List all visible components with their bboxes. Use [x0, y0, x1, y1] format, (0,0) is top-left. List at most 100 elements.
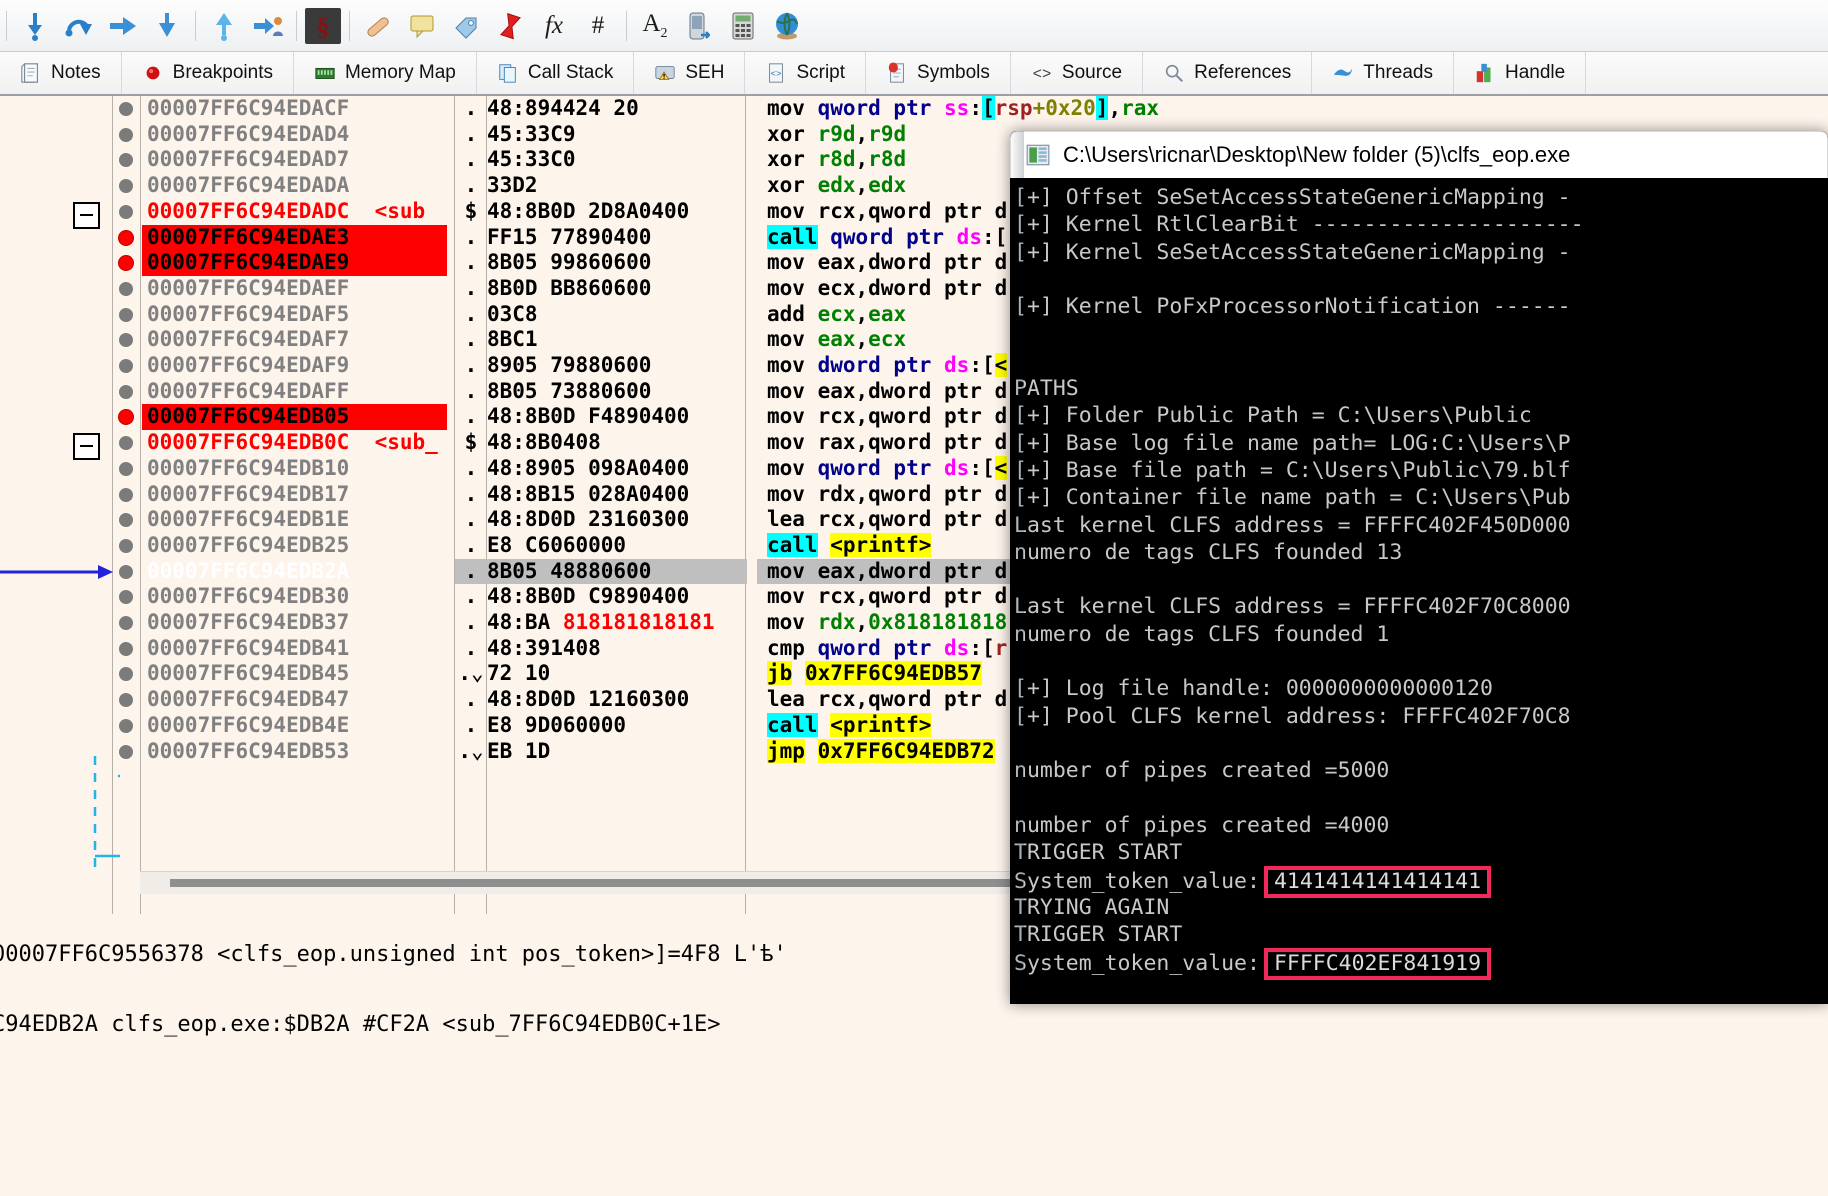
- breakpoint-column[interactable]: [113, 430, 140, 456]
- instruction-dot[interactable]: [119, 384, 133, 399]
- tab-memory-map[interactable]: Memory Map: [294, 52, 477, 94]
- fold-column[interactable]: [0, 456, 113, 482]
- label-button[interactable]: [446, 6, 486, 46]
- instruction-dot[interactable]: [119, 590, 133, 605]
- fold-column[interactable]: [0, 276, 113, 302]
- step-into-button[interactable]: [15, 6, 55, 46]
- breakpoint-column[interactable]: [113, 661, 140, 687]
- breakpoint-column[interactable]: [113, 173, 140, 199]
- fold-column[interactable]: [0, 199, 113, 229]
- instruction-dot[interactable]: [119, 641, 133, 656]
- globe-button[interactable]: [767, 6, 807, 46]
- fold-column[interactable]: [0, 584, 113, 610]
- instruction-dot[interactable]: [119, 102, 133, 116]
- tab-references[interactable]: References: [1143, 52, 1313, 94]
- instruction-dot[interactable]: [119, 564, 133, 579]
- breakpoint-column[interactable]: [113, 225, 140, 251]
- step-down-button[interactable]: [147, 6, 187, 46]
- fold-column[interactable]: [0, 559, 113, 585]
- tab-source[interactable]: <> Source: [1011, 52, 1144, 94]
- fold-column[interactable]: [0, 533, 113, 559]
- console-output[interactable]: [+] Offset SeSetAccessStateGenericMappin…: [1010, 178, 1828, 1004]
- phone-button[interactable]: [679, 6, 719, 46]
- fold-column[interactable]: [0, 225, 113, 251]
- tab-handles[interactable]: Handle: [1454, 52, 1587, 94]
- instruction-dot[interactable]: [119, 744, 133, 759]
- run-to-user-code-button[interactable]: [248, 6, 288, 46]
- instruction-dot[interactable]: [119, 616, 133, 630]
- instruction-dot[interactable]: [119, 667, 133, 682]
- instruction-dot[interactable]: [119, 153, 133, 168]
- breakpoint-column[interactable]: [113, 739, 140, 765]
- instruction-dot[interactable]: [119, 359, 133, 373]
- font-button[interactable]: A2: [635, 6, 675, 46]
- instruction-dot[interactable]: [119, 307, 133, 322]
- patch-button[interactable]: [358, 6, 398, 46]
- console-titlebar[interactable]: C:\Users\ricnar\Desktop\New folder (5)\c…: [1010, 131, 1828, 178]
- fold-column[interactable]: [0, 353, 113, 379]
- fold-column[interactable]: [0, 687, 113, 713]
- breakpoint-dot[interactable]: [119, 230, 133, 245]
- instruction-dot[interactable]: [119, 487, 133, 502]
- function-button[interactable]: fx: [534, 6, 574, 46]
- instruction-dot[interactable]: [119, 538, 133, 553]
- tab-breakpoints[interactable]: Breakpoints: [122, 52, 294, 94]
- disassembly-row[interactable]: 00007FF6C94EDACF. 48:894424 20 mov qword p…: [0, 96, 1828, 122]
- breakpoint-column[interactable]: [113, 327, 140, 353]
- instruction-dot[interactable]: [119, 693, 133, 708]
- breakpoint-column[interactable]: [113, 250, 140, 276]
- fold-column[interactable]: [0, 302, 113, 328]
- instruction-dot[interactable]: [119, 204, 133, 219]
- console-window[interactable]: C:\Users\ricnar\Desktop\New folder (5)\c…: [1010, 131, 1828, 1004]
- fold-column[interactable]: [0, 713, 113, 739]
- tab-notes[interactable]: Notes: [0, 52, 122, 94]
- breakpoint-column[interactable]: [113, 559, 140, 585]
- breakpoint-column[interactable]: [113, 713, 140, 739]
- breakpoint-column[interactable]: [113, 636, 140, 662]
- breakpoint-column[interactable]: [113, 147, 140, 173]
- tab-call-stack[interactable]: Call Stack: [477, 52, 635, 94]
- instruction-dot[interactable]: [119, 461, 133, 476]
- instruction-dot[interactable]: [119, 179, 133, 194]
- breakpoint-column[interactable]: [113, 482, 140, 508]
- fold-column[interactable]: [0, 96, 113, 122]
- tab-script[interactable]: <> Script: [745, 52, 867, 94]
- fold-column[interactable]: [0, 147, 113, 173]
- fold-column[interactable]: [0, 739, 113, 765]
- fold-column[interactable]: [0, 610, 113, 636]
- comment-button[interactable]: [402, 6, 442, 46]
- fold-column[interactable]: [0, 507, 113, 533]
- fold-column[interactable]: [0, 430, 113, 461]
- instruction-dot[interactable]: [119, 436, 133, 451]
- instruction-dot[interactable]: [119, 127, 133, 142]
- fold-column[interactable]: [0, 327, 113, 353]
- breakpoint-column[interactable]: [113, 353, 140, 379]
- breakpoint-column[interactable]: [113, 584, 140, 610]
- tab-seh[interactable]: SEH: [634, 52, 746, 94]
- breakpoint-dot[interactable]: [119, 410, 133, 425]
- fold-column[interactable]: [0, 482, 113, 508]
- fold-column[interactable]: [0, 661, 113, 687]
- breakpoint-column[interactable]: [113, 404, 140, 430]
- breakpoint-column[interactable]: [113, 687, 140, 713]
- breakpoint-column[interactable]: [113, 96, 140, 122]
- fold-column[interactable]: [0, 250, 113, 276]
- hash-button[interactable]: #: [578, 6, 618, 46]
- instruction-dot[interactable]: [119, 333, 133, 348]
- fold-column[interactable]: [0, 379, 113, 405]
- step-out-button[interactable]: [204, 6, 244, 46]
- fold-column[interactable]: [0, 122, 113, 148]
- instruction-dot[interactable]: [119, 718, 133, 733]
- breakpoint-column[interactable]: [113, 199, 140, 225]
- pause-script-button[interactable]: §: [305, 7, 341, 44]
- fold-column[interactable]: [0, 404, 113, 430]
- breakpoint-column[interactable]: [113, 610, 140, 636]
- breakpoint-dot[interactable]: [119, 256, 133, 271]
- instruction-dot[interactable]: [119, 281, 133, 296]
- calculator-button[interactable]: [723, 6, 763, 46]
- tab-symbols[interactable]: Symbols: [866, 52, 1011, 94]
- step-over-button[interactable]: [59, 6, 99, 46]
- bookmark-button[interactable]: [490, 6, 530, 46]
- instruction-dot[interactable]: [119, 513, 133, 528]
- fold-column[interactable]: [0, 636, 113, 662]
